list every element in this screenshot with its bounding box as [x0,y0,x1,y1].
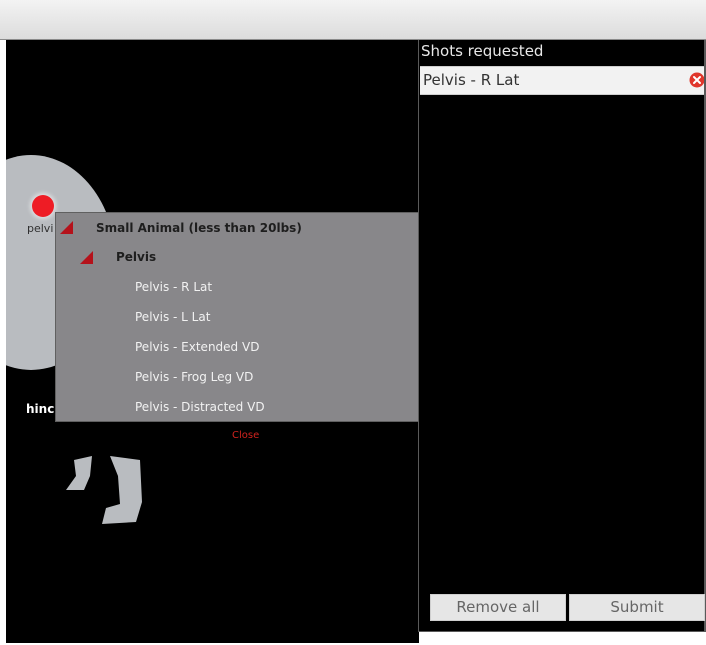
submit-button[interactable]: Submit [569,594,705,621]
subcategory-pelvis[interactable]: Pelvis [116,244,156,270]
option-pelvis-distracted-vd[interactable]: Pelvis - Distracted VD [135,394,265,420]
expanded-triangle-icon[interactable] [60,221,73,234]
category-small-animal[interactable]: Small Animal (less than 20lbs) [96,215,302,241]
option-pelvis-l-lat[interactable]: Pelvis - L Lat [135,304,210,330]
remove-circle-x-icon[interactable] [689,72,705,88]
shot-options-list: Small Animal (less than 20lbs) Pelvis Pe… [56,213,426,421]
remove-all-button[interactable]: Remove all [430,594,566,621]
panel-title: Shots requested [421,42,544,60]
option-pelvis-frog-leg-vd[interactable]: Pelvis - Frog Leg VD [135,364,253,390]
shot-dropdown: Small Animal (less than 20lbs) Pelvis Pe… [55,212,440,422]
hind-region-label: hinc [26,402,55,416]
hind-leg-shape[interactable] [62,452,142,532]
option-pelvis-extended-vd[interactable]: Pelvis - Extended VD [135,334,259,360]
expanded-triangle-icon[interactable] [80,251,93,264]
requested-shot-label: Pelvis - R Lat [423,71,520,89]
pelvis-region-label: pelvi [27,222,54,235]
top-toolbar [0,0,706,40]
pelvis-marker[interactable] [32,195,54,217]
requested-shot-row: Pelvis - R Lat [420,66,706,95]
shots-requested-panel: Shots requested Pelvis - R Lat Remove al… [418,40,706,632]
option-pelvis-r-lat[interactable]: Pelvis - R Lat [135,274,212,300]
close-dropdown-link[interactable]: Close [232,430,259,441]
